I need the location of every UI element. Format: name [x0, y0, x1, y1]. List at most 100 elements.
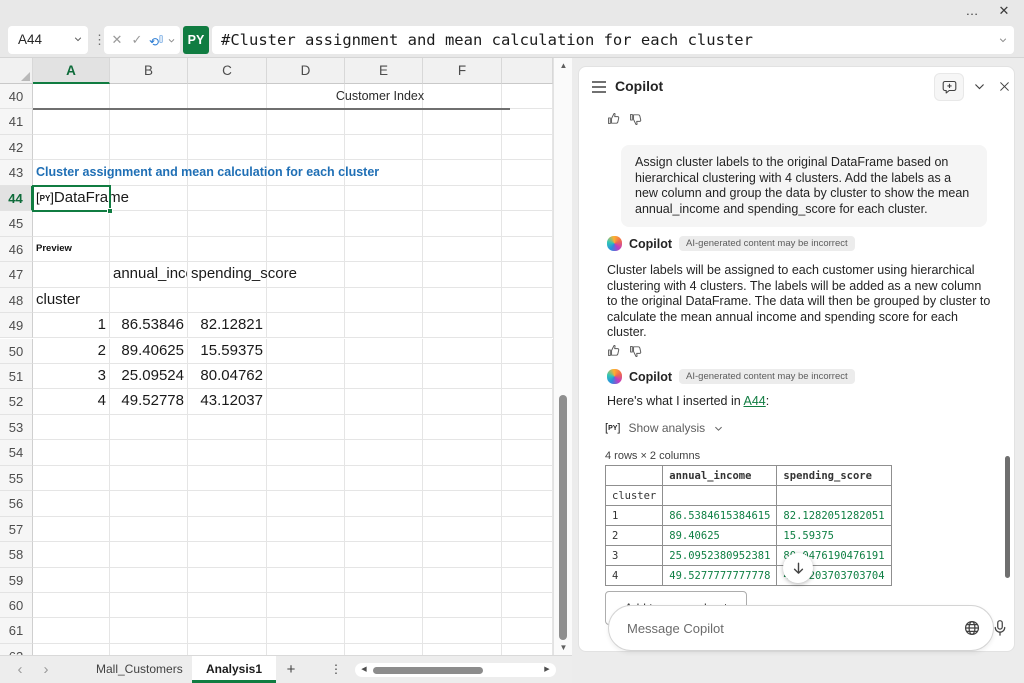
- cell-E50[interactable]: [345, 339, 423, 364]
- cell-A40[interactable]: [33, 84, 110, 109]
- scroll-right-icon[interactable]: ▶: [540, 663, 554, 677]
- scroll-to-bottom-button[interactable]: [783, 553, 813, 583]
- cell-E42[interactable]: [345, 135, 423, 160]
- cell-B54[interactable]: [110, 440, 188, 465]
- cell-A43[interactable]: Cluster assignment and mean calculation …: [33, 160, 110, 185]
- cell-D59[interactable]: [267, 568, 345, 593]
- sheet-horizontal-scrollbar[interactable]: ◀ ▶: [355, 663, 556, 677]
- row-header-40[interactable]: 40: [0, 84, 33, 109]
- row-header-42[interactable]: 42: [0, 135, 33, 160]
- cell-F45[interactable]: [423, 211, 502, 236]
- cell-A59[interactable]: [33, 568, 110, 593]
- cell-D41[interactable]: [267, 109, 345, 134]
- column-header-D[interactable]: D: [267, 58, 345, 84]
- window-more-button[interactable]: …: [960, 1, 984, 21]
- cell-B59[interactable]: [110, 568, 188, 593]
- row-header-60[interactable]: 60: [0, 593, 33, 618]
- cell-B61[interactable]: [110, 618, 188, 643]
- cell-A58[interactable]: [33, 542, 110, 567]
- column-header-C[interactable]: C: [188, 58, 267, 84]
- cell-E51[interactable]: [345, 364, 423, 389]
- cell-A56[interactable]: [33, 491, 110, 516]
- copilot-scrollbar-thumb[interactable]: [1005, 456, 1010, 578]
- cell-C57[interactable]: [188, 517, 267, 542]
- column-header-E[interactable]: E: [345, 58, 423, 84]
- cell-C58[interactable]: [188, 542, 267, 567]
- cell-E60[interactable]: [345, 593, 423, 618]
- cell-F48[interactable]: [423, 288, 502, 313]
- cell-C50[interactable]: 15.59375: [188, 339, 267, 364]
- chevron-down-icon[interactable]: [73, 34, 83, 44]
- row-header-50[interactable]: 50: [0, 339, 33, 364]
- cell-D57[interactable]: [267, 517, 345, 542]
- cell-F54[interactable]: [423, 440, 502, 465]
- row-header-62[interactable]: 62: [0, 644, 33, 655]
- cell-C54[interactable]: [188, 440, 267, 465]
- cell-D61[interactable]: [267, 618, 345, 643]
- cell-C42[interactable]: [188, 135, 267, 160]
- cell-B58[interactable]: [110, 542, 188, 567]
- cell-C45[interactable]: [188, 211, 267, 236]
- cell-F59[interactable]: [423, 568, 502, 593]
- cell-A54[interactable]: [33, 440, 110, 465]
- cell-A48[interactable]: cluster: [33, 288, 110, 313]
- cell-F43[interactable]: [423, 160, 502, 185]
- cell-A62[interactable]: [33, 644, 110, 655]
- show-analysis-row[interactable]: [PY] Show analysis: [605, 421, 724, 435]
- cell-F60[interactable]: [423, 593, 502, 618]
- row-header-48[interactable]: 48: [0, 288, 33, 313]
- cell-B40[interactable]: [110, 84, 188, 109]
- cell-A61[interactable]: [33, 618, 110, 643]
- cell-A57[interactable]: [33, 517, 110, 542]
- cell-D62[interactable]: [267, 644, 345, 655]
- message-input[interactable]: [627, 606, 927, 650]
- column-header-B[interactable]: B: [110, 58, 188, 84]
- cell-A60[interactable]: [33, 593, 110, 618]
- cell-D53[interactable]: [267, 415, 345, 440]
- vertical-scroll-thumb[interactable]: [559, 395, 567, 640]
- cell-F50[interactable]: [423, 339, 502, 364]
- cell-D44[interactable]: [267, 186, 345, 211]
- cell-F58[interactable]: [423, 542, 502, 567]
- cell-A45[interactable]: [33, 211, 110, 236]
- cell-B62[interactable]: [110, 644, 188, 655]
- cell-E44[interactable]: [345, 186, 423, 211]
- row-header-51[interactable]: 51: [0, 364, 33, 389]
- cell-F47[interactable]: [423, 262, 502, 287]
- new-chat-button[interactable]: [934, 73, 964, 101]
- cell-C41[interactable]: [188, 109, 267, 134]
- fill-handle[interactable]: [107, 208, 113, 214]
- cell-B53[interactable]: [110, 415, 188, 440]
- collapse-panel-icon[interactable]: [973, 80, 986, 93]
- cell-E62[interactable]: [345, 644, 423, 655]
- cell-E41[interactable]: [345, 109, 423, 134]
- enter-icon[interactable]: ✓: [128, 26, 146, 54]
- cell-C59[interactable]: [188, 568, 267, 593]
- cancel-icon[interactable]: ✕: [108, 26, 126, 54]
- row-header-56[interactable]: 56: [0, 491, 33, 516]
- cell-D46[interactable]: [267, 237, 345, 262]
- sheet-tab-mall-customers[interactable]: Mall_Customers: [82, 656, 197, 683]
- row-header-47[interactable]: 47: [0, 262, 33, 287]
- cell-A51[interactable]: 3: [33, 364, 110, 389]
- cell-B46[interactable]: [110, 237, 188, 262]
- row-header-61[interactable]: 61: [0, 618, 33, 643]
- scroll-left-icon[interactable]: ◀: [357, 663, 371, 677]
- cell-C62[interactable]: [188, 644, 267, 655]
- close-panel-icon[interactable]: [998, 80, 1011, 93]
- cell-C44[interactable]: [188, 186, 267, 211]
- cell-A50[interactable]: 2: [33, 339, 110, 364]
- sheet-vertical-scrollbar[interactable]: ▲ ▼: [553, 58, 572, 655]
- row-header-49[interactable]: 49: [0, 313, 33, 338]
- row-header-59[interactable]: 59: [0, 568, 33, 593]
- row-header-41[interactable]: 41: [0, 109, 33, 134]
- row-header-55[interactable]: 55: [0, 466, 33, 491]
- globe-icon[interactable]: [963, 619, 981, 637]
- cell-F49[interactable]: [423, 313, 502, 338]
- cell-C48[interactable]: [188, 288, 267, 313]
- cell-D51[interactable]: [267, 364, 345, 389]
- cell-C51[interactable]: 80.04762: [188, 364, 267, 389]
- cell-C52[interactable]: 43.12037: [188, 389, 267, 414]
- row-header-54[interactable]: 54: [0, 440, 33, 465]
- thumbs-up-icon[interactable]: [607, 344, 621, 358]
